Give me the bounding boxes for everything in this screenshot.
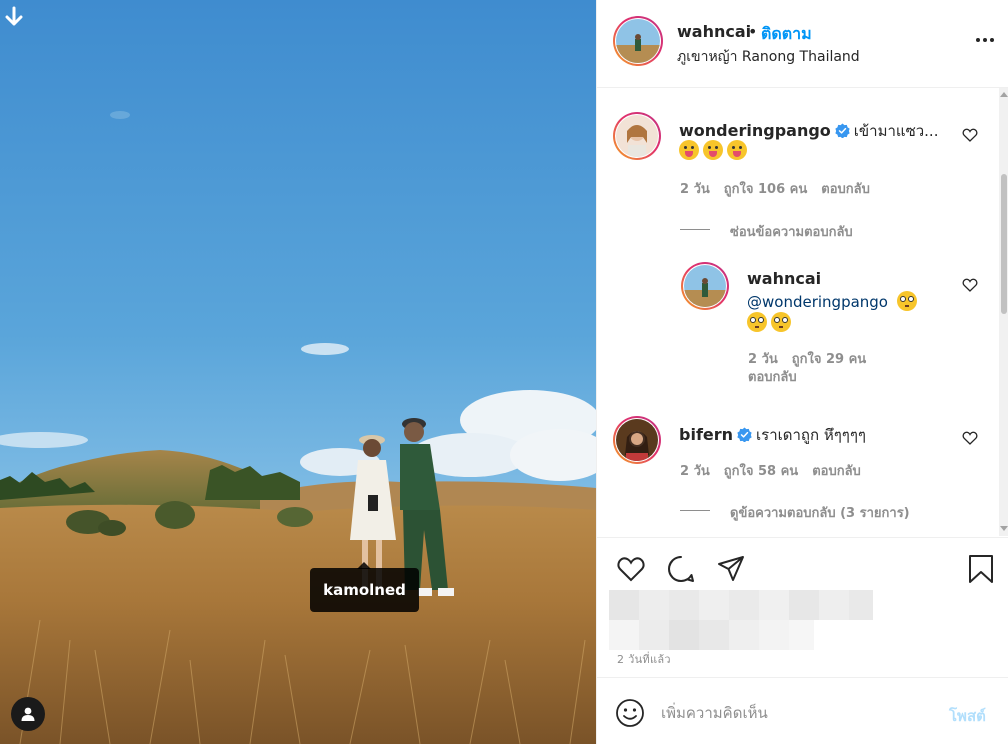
reply-likes[interactable]: ถูกใจ 29 คน: [792, 352, 866, 367]
flushed-face-emoji-icon: [747, 312, 767, 332]
comment-time[interactable]: 2 วัน: [680, 464, 710, 479]
verified-badge-icon: [835, 123, 850, 138]
tongue-face-emoji-icon: [703, 140, 723, 160]
comment-icon[interactable]: [666, 554, 696, 584]
landscape-photo: [0, 0, 596, 744]
comment-text: เราเดาถูก หึๆๆๆๆ: [756, 426, 866, 444]
comment-text: เข้ามาแซว...: [853, 122, 939, 140]
post-photo[interactable]: kamolned: [0, 0, 596, 744]
comments-scrollbar[interactable]: [999, 88, 1008, 536]
flushed-face-emoji-icon: [771, 312, 791, 332]
heart-icon[interactable]: [962, 127, 978, 143]
bookmark-icon[interactable]: [966, 554, 996, 584]
follow-button[interactable]: ติดตาม: [761, 22, 812, 47]
heart-icon[interactable]: [962, 277, 978, 293]
heart-icon[interactable]: [616, 554, 646, 584]
verified-badge-icon: [737, 427, 752, 442]
tongue-face-emoji-icon: [727, 140, 747, 160]
reply-button[interactable]: ตอบกลับ: [821, 182, 870, 197]
scroll-down-arrow-icon[interactable]: [1000, 526, 1008, 531]
hide-replies-button[interactable]: ซ่อนข้อความตอบกลับ: [730, 221, 853, 242]
post-time-ago[interactable]: 2 วันที่แล้ว: [617, 650, 671, 668]
comment-row: bifern เราเดาถูก หึๆๆๆๆ: [679, 423, 866, 447]
tongue-face-emoji-icon: [679, 140, 699, 160]
user-tag-icon: [21, 707, 35, 721]
reply-time[interactable]: 2 วัน: [748, 352, 778, 367]
reply-meta: 2 วัน ถูกใจ 29 คนตอบกลับ: [748, 351, 898, 387]
smile-icon[interactable]: [615, 698, 645, 728]
comment-avatar[interactable]: [613, 112, 661, 160]
separator-dot: •: [748, 22, 758, 41]
comment-username[interactable]: wonderingpango: [679, 121, 831, 140]
share-icon[interactable]: [716, 554, 746, 584]
comment-likes[interactable]: ถูกใจ 106 คน: [724, 182, 807, 197]
comment-username[interactable]: bifern: [679, 425, 733, 444]
heart-icon[interactable]: [962, 430, 978, 446]
reply-button[interactable]: ตอบกลับ: [748, 370, 797, 385]
comment-meta: 2 วัน ถูกใจ 106 คน ตอบกลับ: [680, 178, 884, 199]
arrow-down-icon[interactable]: [5, 6, 23, 28]
likes-summary-blurred: [609, 590, 873, 650]
more-dots-icon[interactable]: [975, 30, 995, 50]
post-actions: 2 วันที่แล้ว: [597, 537, 1008, 677]
flushed-face-emoji-icon: [896, 291, 917, 311]
reply-username[interactable]: wahncai: [747, 269, 821, 288]
replies-divider: [680, 510, 710, 511]
location-link[interactable]: ภูเขาหญ้า Ranong Thailand: [677, 46, 860, 68]
comments-list[interactable]: wonderingpango เข้ามาแซว... 2 วัน ถูกใจ 10…: [597, 88, 1008, 536]
comment-time[interactable]: 2 วัน: [680, 182, 710, 197]
post-side-panel: wahncai • ติดตาม ภูเขาหญ้า Ranong Thaila…: [596, 0, 1008, 744]
emoji-row: [679, 140, 751, 160]
reply-avatar[interactable]: [681, 262, 729, 310]
author-username[interactable]: wahncai: [677, 22, 751, 41]
scroll-thumb[interactable]: [1001, 174, 1007, 314]
view-replies-button[interactable]: ดูข้อความตอบกลับ (3 รายการ): [730, 502, 910, 523]
replies-divider: [680, 229, 710, 230]
post-header: wahncai • ติดตาม ภูเขาหญ้า Ranong Thaila…: [597, 0, 1008, 88]
reply-text-row: @wonderingpango: [747, 291, 921, 311]
comment-input[interactable]: [661, 698, 931, 728]
mention-link[interactable]: @wonderingpango: [747, 293, 888, 311]
comment-composer: โพสต์: [597, 677, 1008, 744]
scroll-up-arrow-icon[interactable]: [1000, 92, 1008, 97]
post-button[interactable]: โพสต์: [949, 704, 986, 728]
reply-button[interactable]: ตอบกลับ: [812, 464, 861, 479]
avatar[interactable]: [613, 16, 663, 66]
comment-likes[interactable]: ถูกใจ 58 คน: [724, 464, 798, 479]
user-tags-button[interactable]: [11, 697, 45, 731]
comment-avatar[interactable]: [613, 416, 661, 464]
user-tag-label[interactable]: kamolned: [310, 562, 419, 612]
reply-emoji-row: [747, 312, 795, 332]
comment-meta: 2 วัน ถูกใจ 58 คน ตอบกลับ: [680, 460, 875, 481]
